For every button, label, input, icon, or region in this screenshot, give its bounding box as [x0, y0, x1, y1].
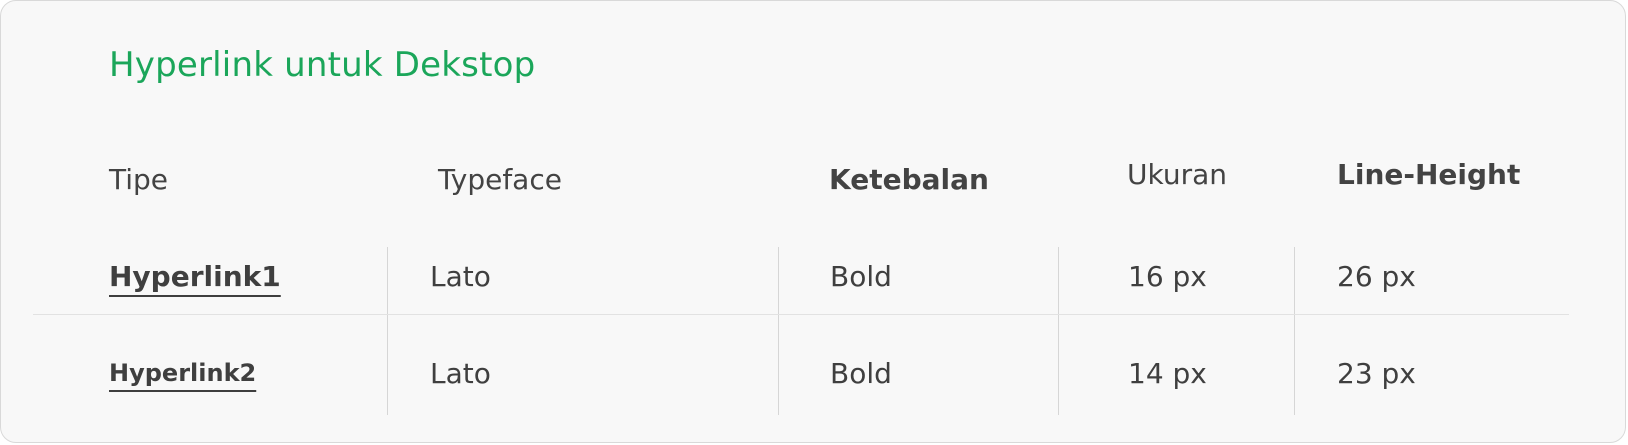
hyperlink2-example-link[interactable]: Hyperlink2 — [109, 359, 256, 387]
column-divider — [387, 247, 388, 415]
ukuran-cell: 14 px — [1128, 357, 1207, 390]
column-divider — [1058, 247, 1059, 415]
column-header-ukuran: Ukuran — [1127, 158, 1228, 191]
row-divider — [33, 314, 1569, 315]
ukuran-cell: 16 px — [1128, 260, 1207, 293]
hyperlink-spec-card: Hyperlink untuk Dekstop Tipe Typeface Ke… — [0, 0, 1626, 443]
column-divider — [1294, 247, 1295, 415]
column-divider — [778, 247, 779, 415]
column-header-typeface: Typeface — [438, 163, 562, 196]
line-height-cell: 23 px — [1337, 357, 1416, 390]
column-header-ketebalan: Ketebalan — [829, 163, 989, 196]
column-header-tipe: Tipe — [109, 163, 169, 196]
typeface-cell: Lato — [430, 357, 491, 390]
hyperlink1-example-link[interactable]: Hyperlink1 — [109, 260, 281, 293]
column-header-line-height: Line-Height — [1337, 158, 1521, 191]
line-height-cell: 26 px — [1337, 260, 1416, 293]
ketebalan-cell: Bold — [830, 357, 892, 390]
ketebalan-cell: Bold — [830, 260, 892, 293]
typeface-cell: Lato — [430, 260, 491, 293]
page-title: Hyperlink untuk Dekstop — [109, 45, 536, 85]
